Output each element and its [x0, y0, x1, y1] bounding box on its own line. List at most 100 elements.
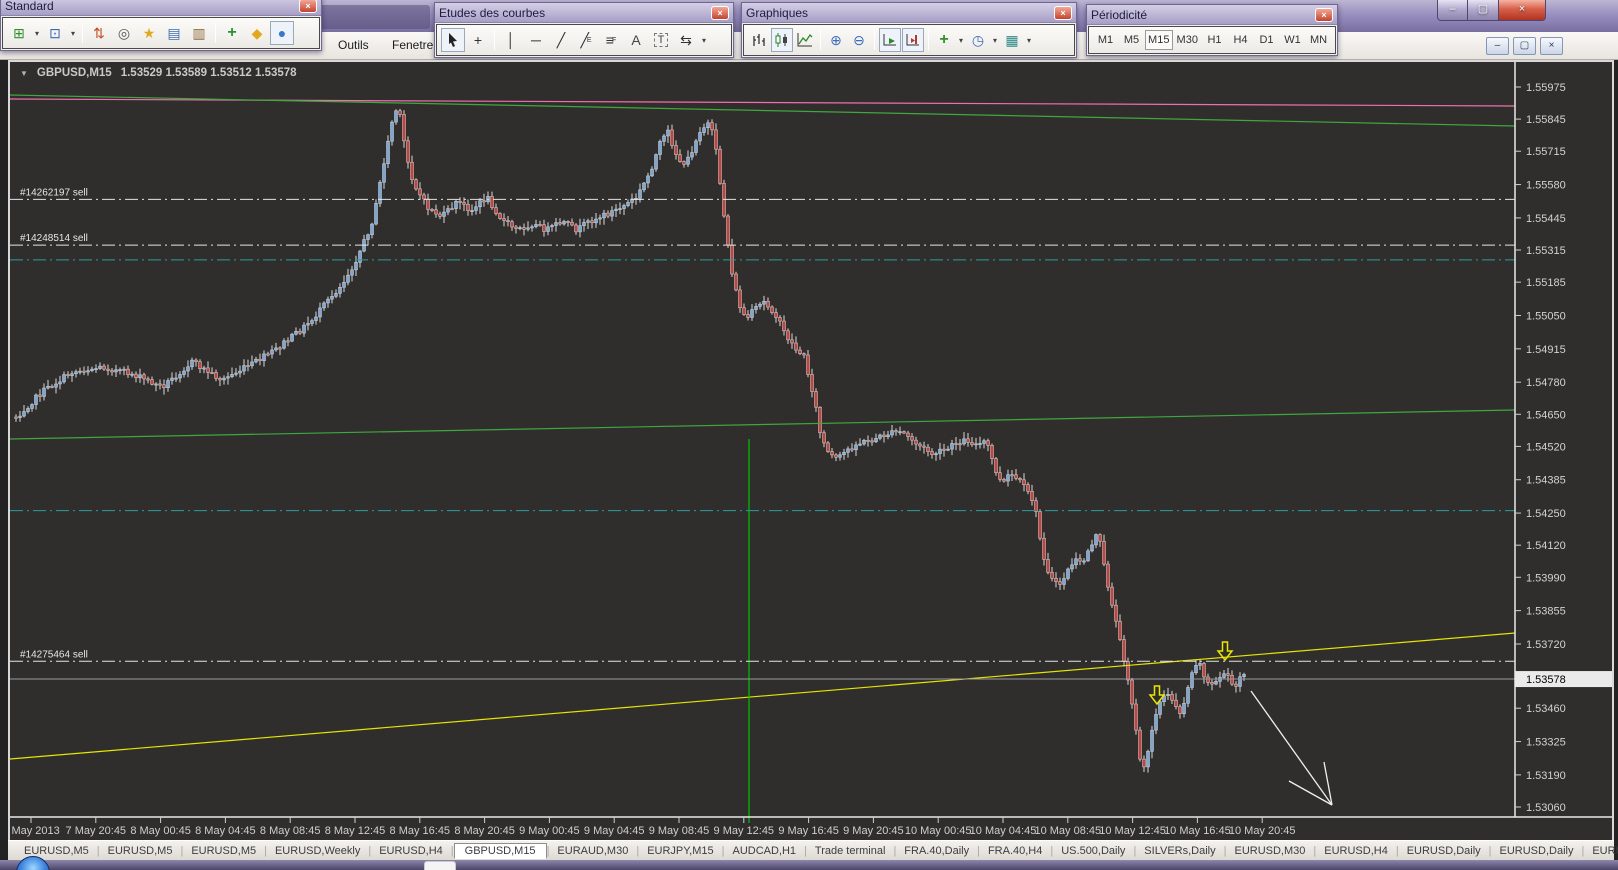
indicators-dropdown-icon[interactable]: ▾: [956, 36, 966, 45]
maximize-button[interactable]: ▢: [1468, 0, 1499, 21]
price-tick-label: 1.54915: [1526, 344, 1566, 356]
tab-fra-40-h4[interactable]: FRA.40,H4: [980, 844, 1050, 858]
period-m1[interactable]: M1: [1093, 30, 1118, 50]
zoom-in-icon[interactable]: ⊕: [825, 28, 847, 52]
chart-minimize-button[interactable]: –: [1486, 37, 1509, 55]
crosshair-target-icon[interactable]: ◎: [112, 21, 136, 45]
order-line-label: #14262197 sell: [20, 187, 88, 198]
tab-eurusd-weekly[interactable]: EURUSD,Weekly: [267, 844, 368, 858]
tab-euraud-m30[interactable]: EURAUD,M30: [549, 844, 636, 858]
toolbar-standard: Standard × ⊞ ▾ ⊡ ▾ ⇅ ◎ ★ ▤ ▥ + ◆ ●: [0, 0, 322, 51]
cursor-icon[interactable]: [441, 28, 465, 52]
tab-silvers-daily[interactable]: SILVERs,Daily: [1136, 844, 1223, 858]
alerts-icon[interactable]: ◆: [245, 21, 269, 45]
time-tick-label: 10 May 20:45: [1229, 825, 1296, 837]
periods-dropdown-icon[interactable]: ▾: [990, 36, 1000, 45]
period-h1[interactable]: H1: [1202, 30, 1227, 50]
new-chart-dropdown-icon[interactable]: ▾: [32, 29, 42, 38]
tab-us-500-daily[interactable]: US.500,Daily: [1053, 844, 1133, 858]
price-tick-label: 1.54120: [1526, 540, 1566, 552]
tab-eurusd-m5[interactable]: EURUSD,M5: [100, 844, 181, 858]
new-chart-icon[interactable]: ⊞: [7, 21, 31, 45]
tab-eurusd-m30[interactable]: EURUSD,M30: [1226, 844, 1313, 858]
chart-restore-button[interactable]: ▢: [1513, 37, 1536, 55]
vertical-line-icon[interactable]: │: [499, 28, 523, 52]
toolbar-charts: Graphiques × ⊕ ⊖ + ▾ ◷ ▾ ▦ ▾: [741, 2, 1077, 58]
tab-gbpusd-m15[interactable]: GBPUSD,M15: [453, 842, 547, 859]
arrows-tool-dropdown-icon[interactable]: ▾: [699, 36, 709, 45]
close-button[interactable]: ×: [1499, 0, 1546, 21]
periods-icon[interactable]: ◷: [967, 28, 989, 52]
text-label-icon[interactable]: T: [649, 28, 673, 52]
order-line-label: #14248514 sell: [20, 233, 88, 244]
text-icon[interactable]: A: [624, 28, 648, 52]
period-m15[interactable]: M15: [1145, 30, 1173, 50]
period-m5[interactable]: M5: [1119, 30, 1144, 50]
arrows-tool-icon[interactable]: ⇆: [674, 28, 698, 52]
time-tick-label: 10 May 00:45: [905, 825, 972, 837]
tab-euru[interactable]: EURU: [1584, 844, 1618, 858]
price-tick-label: 1.55580: [1526, 180, 1566, 192]
toolbar-title: Périodicité: [1091, 7, 1148, 22]
templates-icon[interactable]: ▦: [1001, 28, 1023, 52]
line-chart-icon[interactable]: [794, 28, 816, 52]
profiles-dropdown-icon[interactable]: ▾: [68, 29, 78, 38]
new-order-icon[interactable]: +: [220, 21, 244, 45]
bar-chart-icon[interactable]: [748, 28, 770, 52]
tab-fra-40-daily[interactable]: FRA.40,Daily: [896, 844, 977, 858]
chart-close-button[interactable]: ×: [1540, 37, 1563, 55]
equidistant-channel-icon[interactable]: ╱ E: [574, 28, 598, 52]
tab-eurusd-m5[interactable]: EURUSD,M5: [16, 844, 97, 858]
zoom-out-icon[interactable]: ⊖: [848, 28, 870, 52]
data-window-icon[interactable]: ▥: [187, 21, 211, 45]
period-d1[interactable]: D1: [1254, 30, 1279, 50]
period-m30[interactable]: M30: [1174, 30, 1202, 50]
time-tick-label: 8 May 12:45: [325, 825, 386, 837]
indicators-icon[interactable]: +: [933, 28, 955, 52]
close-icon[interactable]: ×: [711, 5, 729, 20]
tab-eurusd-daily[interactable]: EURUSD,Daily: [1492, 844, 1582, 858]
tab-trade-terminal[interactable]: Trade terminal: [807, 844, 894, 858]
time-tick-label: 10 May 12:45: [1099, 825, 1166, 837]
toolbar-line-studies: Etudes des courbes × + │ ─ ╱ ╱ E ≡ F A T ⇆ ▾: [434, 2, 734, 58]
tab-audcad-h1[interactable]: AUDCAD,H1: [724, 844, 804, 858]
tab-eurjpy-m15[interactable]: EURJPY,M15: [639, 844, 721, 858]
market-watch-icon[interactable]: ⇅: [87, 21, 111, 45]
tab-eurusd-h4[interactable]: EURUSD,H4: [371, 844, 451, 858]
time-tick-label: 9 May 04:45: [584, 825, 645, 837]
symbol-dropdown-icon[interactable]: ▼: [20, 69, 28, 78]
crosshair-icon[interactable]: +: [466, 28, 490, 52]
autotrading-icon[interactable]: ●: [270, 21, 294, 45]
fibonacci-retracement-icon[interactable]: ≡ F: [599, 28, 623, 52]
taskbar-item[interactable]: [424, 861, 456, 870]
close-icon[interactable]: ×: [299, 0, 317, 13]
chart-shift-icon[interactable]: [902, 28, 924, 52]
price-tick-label: 1.53460: [1526, 703, 1566, 715]
horizontal-line-icon[interactable]: ─: [524, 28, 548, 52]
period-h4[interactable]: H4: [1228, 30, 1253, 50]
favorites-icon[interactable]: ★: [137, 21, 161, 45]
auto-scroll-icon[interactable]: [879, 28, 901, 52]
minimize-button[interactable]: –: [1437, 0, 1468, 21]
tab-eurusd-daily[interactable]: EURUSD,Daily: [1399, 844, 1489, 858]
trendline-icon[interactable]: ╱: [549, 28, 573, 52]
tab-eurusd-m5[interactable]: EURUSD,M5: [183, 844, 264, 858]
chart-plot[interactable]: #14262197 sell #14248514 sell #14275464 se…: [10, 62, 1612, 840]
toolbar-title: Standard: [5, 0, 54, 13]
price-tick-label: 1.55715: [1526, 146, 1566, 158]
close-icon[interactable]: ×: [1054, 5, 1072, 20]
period-w1[interactable]: W1: [1280, 30, 1305, 50]
current-price-box: 1.53578: [1526, 674, 1566, 686]
time-tick-label: 9 May 16:45: [778, 825, 839, 837]
templates-dropdown-icon[interactable]: ▾: [1024, 36, 1034, 45]
terminal-icon[interactable]: ▤: [162, 21, 186, 45]
close-icon[interactable]: ×: [1315, 7, 1333, 22]
chart-window: #14262197 sell #14248514 sell #14275464 se…: [8, 60, 1614, 840]
price-tick-label: 1.54780: [1526, 377, 1566, 389]
menu-outils[interactable]: Outils: [338, 38, 369, 52]
profiles-icon[interactable]: ⊡: [43, 21, 67, 45]
period-mn[interactable]: MN: [1306, 30, 1331, 50]
candlestick-chart-icon[interactable]: [771, 28, 793, 52]
tab-eurusd-h4[interactable]: EURUSD,H4: [1316, 844, 1396, 858]
menu-fenetre[interactable]: Fenetre: [392, 38, 433, 52]
